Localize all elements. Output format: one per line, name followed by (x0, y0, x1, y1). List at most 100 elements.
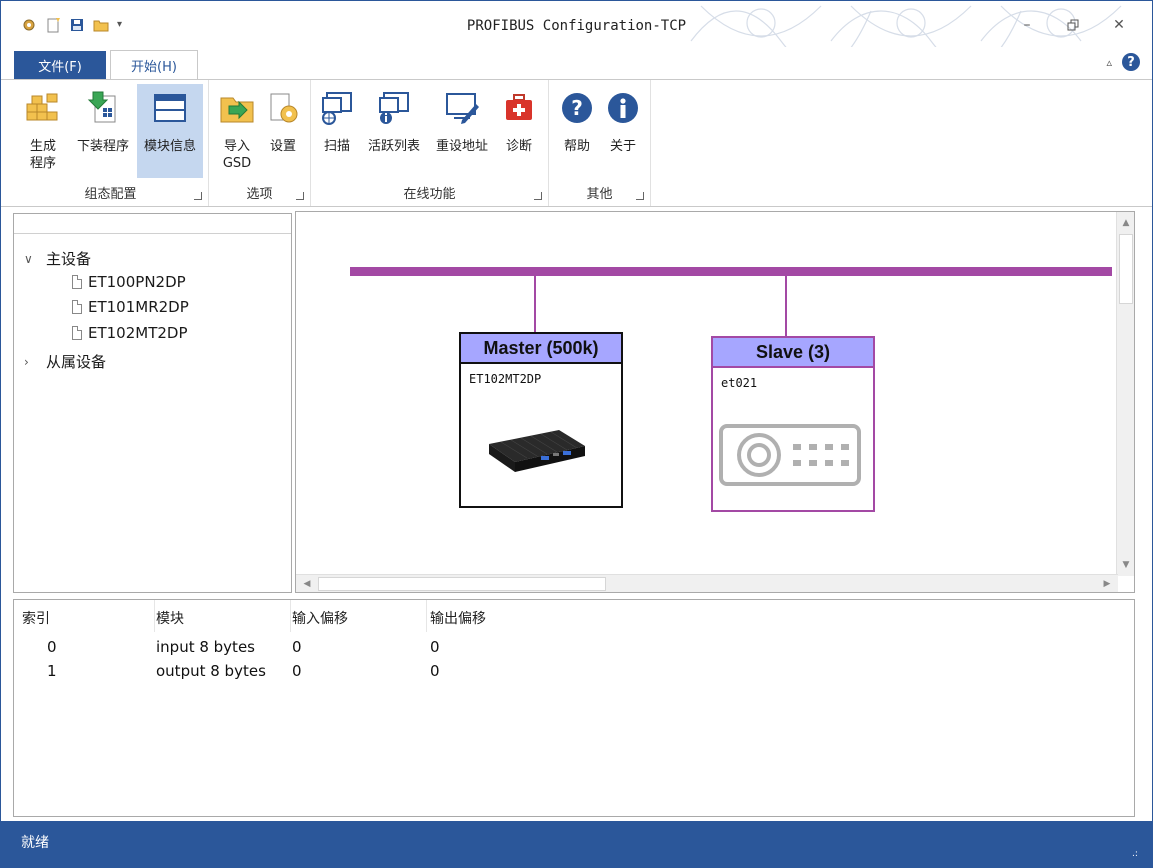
group-config-launcher-icon[interactable] (194, 192, 202, 200)
tree-item-et100pn2dp[interactable]: ET100PN2DP (72, 273, 186, 291)
download-program-icon (87, 91, 116, 123)
live-list-label: 活跃列表 (367, 139, 420, 154)
reset-address-label: 重设地址 (435, 139, 488, 154)
document-icon (72, 326, 82, 340)
io-module-icon (719, 424, 861, 486)
title-bar: ▾ PROFIBUS Configuration-TCP – ✕ (1, 1, 1152, 47)
scan-network-icon (322, 92, 352, 125)
reset-address-button[interactable]: 重设地址 (429, 84, 495, 178)
diagram-horizontal-scrollbar[interactable]: ◀ ▶ (296, 574, 1118, 592)
generate-program-icon (26, 93, 58, 121)
group-config-label: 组态配置 (84, 187, 137, 202)
scroll-up-icon[interactable]: ▲ (1117, 214, 1134, 232)
group-online-launcher-icon[interactable] (534, 192, 542, 200)
group-other-launcher-icon[interactable] (636, 192, 644, 200)
minimize-button[interactable]: – (1004, 11, 1050, 39)
help-button[interactable]: ? 帮助 (555, 84, 599, 178)
column-divider (290, 600, 291, 632)
tree-node-slave[interactable]: › 从属设备 (24, 351, 106, 372)
document-icon (72, 300, 82, 314)
module-info-label: 模块信息 (143, 139, 196, 154)
profibus-line (350, 267, 1112, 276)
tree-node-master[interactable]: ∨ 主设备 (24, 248, 91, 269)
tree-node-slave-label: 从属设备 (46, 353, 107, 371)
svg-text:?: ? (571, 96, 583, 120)
cell-input-offset: 0 (292, 638, 302, 656)
group-other-label: 其他 (586, 187, 613, 202)
column-header-module[interactable]: 模块 (156, 608, 184, 628)
master-model: ET102MT2DP (469, 372, 542, 386)
restore-icon (1067, 19, 1079, 31)
diagnose-label: 诊断 (505, 139, 532, 154)
chevron-down-icon[interactable]: ∨ (24, 252, 38, 266)
vertical-scroll-thumb[interactable] (1119, 234, 1133, 304)
mini-pc-icon (489, 430, 585, 472)
tree-header (14, 214, 291, 234)
ribbon: 生成 程序 下装程序 模块信息 组态配置 导入 GSD 设置 选项 扫描 活跃列… (1, 79, 1152, 207)
chevron-right-icon[interactable]: › (24, 355, 38, 369)
settings-button[interactable]: 设置 (261, 84, 305, 178)
help-label: 帮助 (563, 139, 590, 154)
close-button[interactable]: ✕ (1096, 11, 1142, 39)
tree-item-et101mr2dp[interactable]: ET101MR2DP (72, 298, 189, 316)
slave-model: et021 (721, 376, 758, 390)
diagnose-button[interactable]: 诊断 (499, 84, 539, 178)
document-icon (72, 275, 82, 289)
column-divider (154, 600, 155, 632)
slave-title: Slave (3) (713, 338, 873, 368)
help-icon[interactable]: ? (1122, 53, 1140, 71)
settings-label: 设置 (269, 139, 296, 154)
master-title: Master (500k) (461, 334, 621, 364)
info-icon (608, 93, 638, 123)
about-button[interactable]: 关于 (601, 84, 645, 178)
column-header-output-offset[interactable]: 输出偏移 (430, 608, 486, 628)
tab-home[interactable]: 开始(H) (110, 50, 198, 80)
column-header-input-offset[interactable]: 输入偏移 (292, 608, 348, 628)
column-header-index[interactable]: 索引 (22, 608, 50, 628)
scroll-down-icon[interactable]: ▼ (1117, 556, 1134, 574)
cell-index: 1 (47, 662, 57, 680)
tab-file[interactable]: 文件(F) (14, 51, 106, 79)
scroll-left-icon[interactable]: ◀ (298, 575, 316, 592)
live-list-button[interactable]: 活跃列表 (363, 84, 425, 178)
tree-node-master-label: 主设备 (46, 250, 92, 268)
slave-device-node[interactable]: Slave (3) et021 (711, 336, 875, 512)
window-controls: – ✕ (1004, 11, 1142, 39)
cell-module: output 8 bytes (156, 662, 266, 680)
cell-output-offset: 0 (430, 638, 440, 656)
help-icon: ? (562, 93, 592, 123)
module-table: 索引 模块 输入偏移 输出偏移 0 input 8 bytes 0 0 1 ou… (13, 599, 1135, 817)
module-info-button[interactable]: 模块信息 (137, 84, 203, 178)
import-gsd-label: 导入 GSD (222, 139, 252, 171)
cell-input-offset: 0 (292, 662, 302, 680)
device-tree-panel: ∨ 主设备 ET100PN2DP ET101MR2DP ET102MT2DP ›… (13, 213, 292, 593)
download-program-button[interactable]: 下装程序 (71, 84, 135, 178)
group-config: 生成 程序 下装程序 模块信息 组态配置 (13, 80, 209, 206)
generate-program-label: 生成 程序 (29, 139, 56, 171)
app-window: ▾ PROFIBUS Configuration-TCP – ✕ 文件(F) 开… (0, 0, 1153, 868)
resize-grip-icon[interactable]: .: (1132, 849, 1142, 859)
master-device-node[interactable]: Master (500k) ET102MT2DP (459, 332, 623, 508)
ribbon-right-controls: ▵ ? (1106, 53, 1140, 71)
cell-module: input 8 bytes (156, 638, 255, 656)
scan-button[interactable]: 扫描 (317, 84, 357, 178)
scan-label: 扫描 (323, 139, 350, 154)
horizontal-scroll-thumb[interactable] (318, 577, 606, 591)
scroll-right-icon[interactable]: ▶ (1098, 575, 1116, 592)
diagram-vertical-scrollbar[interactable]: ▲ ▼ (1116, 212, 1134, 576)
module-info-icon (154, 94, 186, 122)
generate-program-button[interactable]: 生成 程序 (19, 84, 67, 178)
tree-item-label: ET101MR2DP (88, 298, 189, 316)
tree-item-et102mt2dp[interactable]: ET102MT2DP (72, 324, 188, 342)
import-gsd-button[interactable]: 导入 GSD (215, 84, 259, 178)
import-folder-icon (220, 97, 254, 123)
group-online: 扫描 活跃列表 重设地址 诊断 在线功能 (311, 80, 549, 206)
group-other: ? 帮助 关于 其他 (549, 80, 651, 206)
restore-button[interactable] (1050, 11, 1096, 39)
cell-index: 0 (47, 638, 57, 656)
group-options-launcher-icon[interactable] (296, 192, 304, 200)
collapse-ribbon-icon[interactable]: ▵ (1106, 56, 1112, 69)
master-bus-connector (534, 276, 536, 332)
reset-address-icon (446, 93, 479, 124)
topology-diagram: Master (500k) ET102MT2DP Slave (3) et021 (295, 211, 1135, 593)
